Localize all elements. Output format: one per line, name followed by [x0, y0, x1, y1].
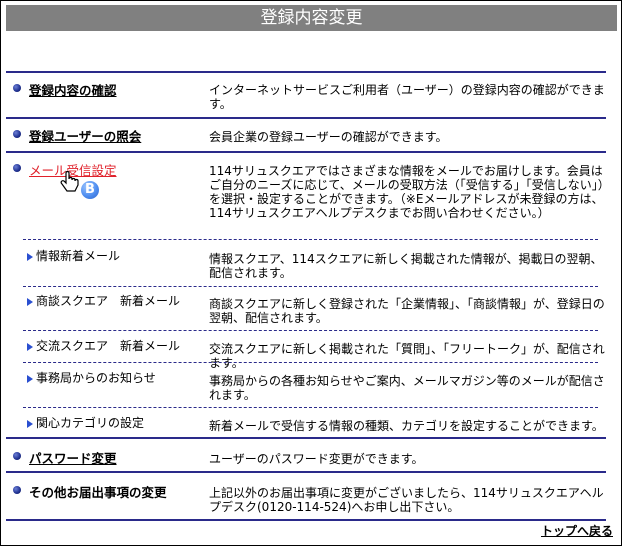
bullet-icon [13, 452, 21, 460]
link-password-change[interactable]: パスワード変更 [29, 448, 117, 467]
subitem-desc: 商談スクエアに新しく登録された「企業情報」、「商談情報」が、登録日の翌朝、配信さ… [209, 297, 605, 325]
bullet-icon [13, 130, 21, 138]
section-divider [6, 437, 606, 439]
desc-password-change: ユーザーのパスワード変更ができます。 [209, 452, 424, 466]
subitem-desc: 情報スクエア、114スクエアに新しく掲載された情報が、掲載日の翌朝、配信されます… [209, 252, 603, 280]
subitem-desc: 交流スクエアに新しく掲載された「質問」、「フリートーク」が、配信されます。 [209, 342, 605, 370]
step-badge: B [81, 181, 99, 199]
hand-cursor-icon [60, 171, 79, 192]
bullet-icon [13, 164, 21, 172]
subitem-new-info-mail[interactable]: 情報新着メール [27, 249, 120, 263]
other-notification-change-heading: その他お届出事項の変更 [29, 485, 167, 500]
sub-divider [23, 362, 598, 363]
link-user-lookup[interactable]: 登録ユーザーの照会 [29, 126, 141, 145]
arrow-right-icon [27, 297, 33, 306]
subitem-desc: 事務局からの各種お知らせやご案内、メールマガジン等のメールが配信されます。 [209, 374, 605, 402]
section-divider [6, 471, 606, 473]
section-divider [6, 151, 606, 153]
arrow-right-icon [27, 374, 33, 383]
desc-registration-confirm: インターネットサービスご利用者（ユーザー）の登録内容の確認ができます。 [209, 83, 605, 111]
link-registration-confirm[interactable]: 登録内容の確認 [29, 80, 117, 99]
section-divider [6, 117, 606, 119]
sub-divider [23, 330, 598, 331]
subitem-business-new-mail[interactable]: 商談スクエア 新着メール [27, 294, 180, 308]
subitem-office-notice[interactable]: 事務局からのお知らせ [27, 371, 156, 385]
desc-user-lookup: 会員企業の登録ユーザーの確認ができます。 [209, 130, 448, 144]
page-title: 登録内容変更 [6, 5, 617, 31]
desc-mail-settings: 114サリュスクエアではさまざまな情報をメールでお届けします。会員はご自分のニー… [209, 164, 604, 220]
back-to-top-link[interactable]: トップへ戻る [541, 522, 613, 539]
arrow-right-icon [27, 342, 33, 351]
subitem-interest-category[interactable]: 関心カテゴリの設定 [27, 416, 144, 430]
subitem-desc: 新着メールで受信する情報の種類、カテゴリを設定することができます。 [209, 419, 604, 433]
sub-divider [23, 239, 598, 240]
sub-divider [23, 286, 598, 287]
section-divider [6, 519, 606, 521]
subitem-exchange-new-mail[interactable]: 交流スクエア 新着メール [27, 339, 180, 353]
desc-other-notification: 上記以外のお届出事項に変更がございましたら、114サリュスクエアヘルプデスク(0… [209, 486, 604, 514]
bullet-icon [13, 84, 21, 92]
arrow-right-icon [27, 252, 33, 261]
sub-divider [23, 407, 598, 408]
arrow-right-icon [27, 419, 33, 428]
section-divider [6, 71, 606, 73]
bullet-icon [13, 486, 21, 494]
page-frame: 登録内容変更 登録内容の確認 インターネットサービスご利用者（ユーザー）の登録内… [0, 0, 622, 546]
